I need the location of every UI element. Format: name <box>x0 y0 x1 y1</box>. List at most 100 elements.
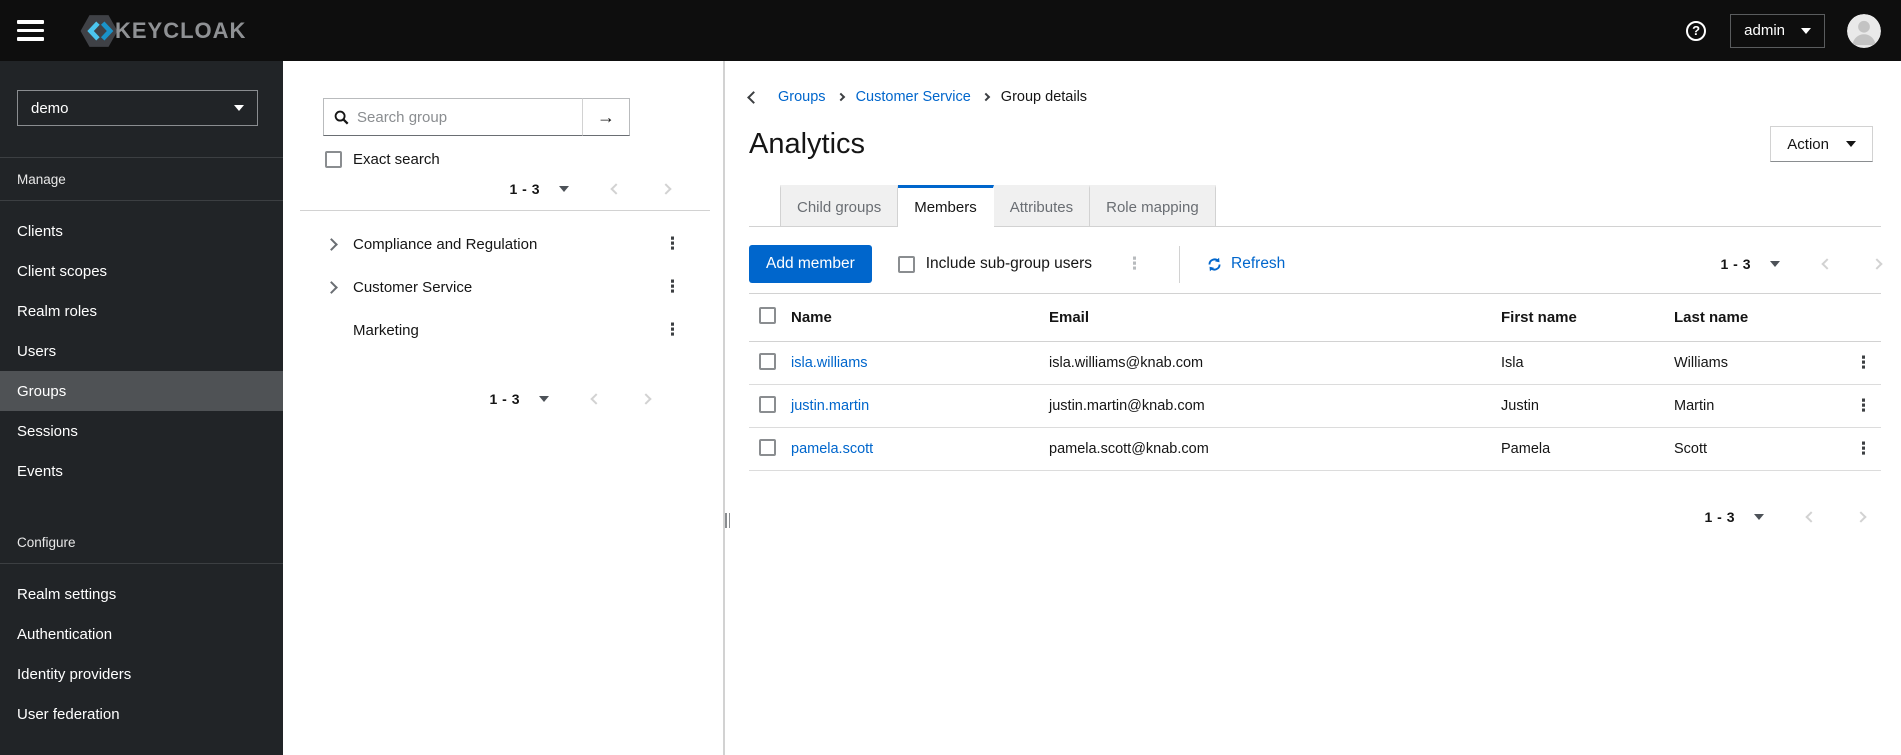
table-header-row: Name Email First name Last name <box>749 293 1881 342</box>
column-header-last-name: Last name <box>1666 293 1846 342</box>
refresh-icon <box>1207 257 1222 272</box>
sidebar-item-groups[interactable]: Groups <box>0 371 283 411</box>
pagination-options-toggle[interactable] <box>1754 514 1764 520</box>
expand-chevron-icon[interactable] <box>325 238 338 251</box>
pagination-range: 1 - 3 <box>1704 509 1735 525</box>
tab-label: Role mapping <box>1106 198 1199 216</box>
row-checkbox[interactable] <box>759 438 776 456</box>
kebab-menu-icon[interactable]: ⋮ <box>1126 255 1143 273</box>
group-search-submit-button[interactable]: → <box>582 98 630 136</box>
back-chevron-icon[interactable] <box>747 90 760 104</box>
refresh-button[interactable]: Refresh <box>1207 255 1285 273</box>
kebab-menu-icon[interactable]: ⋮ <box>1855 353 1872 373</box>
tabs-trail-spacer <box>1215 185 1881 227</box>
row-checkbox[interactable] <box>759 395 776 413</box>
pagination-next-button[interactable] <box>660 183 672 195</box>
pagination-prev-button[interactable] <box>610 183 622 195</box>
member-name-link[interactable]: justin.martin <box>791 398 869 414</box>
member-name-link[interactable]: pamela.scott <box>791 441 873 457</box>
sidebar-item-users[interactable]: Users <box>0 331 283 371</box>
member-last-name: Martin <box>1666 384 1846 428</box>
tab-label: Child groups <box>797 198 882 216</box>
sidebar-item-realm-roles[interactable]: Realm roles <box>0 291 283 331</box>
sidebar-item-user-federation[interactable]: User federation <box>0 694 283 734</box>
sidebar-item-realm-settings[interactable]: Realm settings <box>0 574 283 614</box>
group-name[interactable]: Customer Service <box>353 279 472 296</box>
pagination-next-button[interactable] <box>1855 511 1867 523</box>
chevron-down-icon <box>1846 141 1856 147</box>
breadcrumb-separator-icon <box>836 92 845 102</box>
table-row: justin.martin justin.martin@knab.com Jus… <box>749 384 1881 428</box>
sidebar-item-clients[interactable]: Clients <box>0 211 283 251</box>
avatar[interactable] <box>1847 13 1881 48</box>
pagination-prev-button[interactable] <box>1805 511 1817 523</box>
hamburger-menu-button[interactable] <box>17 20 44 41</box>
pagination-range: 1 - 3 <box>1720 256 1751 272</box>
pagination-options-toggle[interactable] <box>1770 261 1780 267</box>
group-name[interactable]: Marketing <box>353 322 419 339</box>
kebab-menu-icon[interactable]: ⋮ <box>664 279 681 296</box>
refresh-label: Refresh <box>1231 255 1286 272</box>
realm-selector[interactable]: demo <box>17 90 258 126</box>
member-name-link[interactable]: isla.williams <box>791 355 868 371</box>
member-last-name: Scott <box>1666 427 1846 471</box>
sidebar-item-label: Groups <box>17 382 67 400</box>
exact-search-label: Exact search <box>353 151 440 168</box>
exact-search-checkbox[interactable] <box>325 151 342 168</box>
group-name[interactable]: Compliance and Regulation <box>353 236 537 253</box>
row-checkbox[interactable] <box>759 352 776 370</box>
kebab-menu-icon[interactable]: ⋮ <box>1855 439 1872 459</box>
realm-selector-label: demo <box>31 99 69 117</box>
group-search-input[interactable] <box>357 108 574 126</box>
sidebar-item-authentication[interactable]: Authentication <box>0 614 283 654</box>
arrow-right-icon: → <box>597 106 615 127</box>
breadcrumb-customer-service-link[interactable]: Customer Service <box>856 89 971 105</box>
add-member-button[interactable]: Add member <box>749 245 872 283</box>
sidebar-item-client-scopes[interactable]: Client scopes <box>0 251 283 291</box>
group-search: → <box>323 98 723 136</box>
group-details-page: Groups Customer Service Group details An… <box>725 61 1901 755</box>
pagination-next-button[interactable] <box>1871 258 1883 270</box>
member-email: pamela.scott@knab.com <box>1041 427 1493 471</box>
kebab-menu-icon[interactable]: ⋮ <box>1855 396 1872 416</box>
group-tree-item[interactable]: Customer Service ⋮ <box>283 266 723 309</box>
pagination-prev-button[interactable] <box>590 393 602 405</box>
user-dropdown[interactable]: admin <box>1730 13 1825 48</box>
keycloak-logo: KEYCLOAK <box>80 14 246 48</box>
pagination-next-button[interactable] <box>640 393 652 405</box>
tab-child-groups[interactable]: Child groups <box>780 185 899 227</box>
members-pagination-top: 1 - 3 <box>1720 256 1883 272</box>
tab-attributes[interactable]: Attributes <box>993 185 1091 227</box>
include-subgroup-checkbox[interactable] <box>897 255 915 273</box>
pagination-options-toggle[interactable] <box>559 186 569 192</box>
tab-role-mapping[interactable]: Role mapping <box>1090 185 1216 227</box>
chevron-down-icon <box>234 105 244 111</box>
action-dropdown-button[interactable]: Action <box>1770 126 1873 162</box>
sidebar-item-label: Sessions <box>17 422 78 440</box>
include-subgroup-option: Include sub-group users <box>897 255 1092 273</box>
sidebar-item-events[interactable]: Events <box>0 451 283 491</box>
panel-resize-handle[interactable] <box>725 513 730 528</box>
expand-chevron-icon[interactable] <box>325 281 338 294</box>
select-all-checkbox[interactable] <box>759 307 776 324</box>
breadcrumb: Groups Customer Service Group details <box>747 89 1881 105</box>
tabs: Child groups Members Attributes Role map… <box>749 185 1881 227</box>
member-email: justin.martin@knab.com <box>1041 384 1493 428</box>
help-icon[interactable]: ? <box>1686 20 1707 41</box>
pagination-prev-button[interactable] <box>1821 258 1833 270</box>
kebab-menu-icon[interactable]: ⋮ <box>664 322 681 339</box>
column-header-email: Email <box>1041 293 1493 342</box>
group-search-box <box>323 98 582 136</box>
sidebar-item-label: Client scopes <box>17 262 108 280</box>
breadcrumb-groups-link[interactable]: Groups <box>778 89 826 105</box>
sidebar-item-label: Events <box>17 462 63 480</box>
group-tree-item[interactable]: Compliance and Regulation ⋮ <box>283 223 723 266</box>
sidebar-item-identity-providers[interactable]: Identity providers <box>0 654 283 694</box>
members-toolbar: Add member Include sub-group users ⋮ Ref… <box>749 235 1883 293</box>
kebab-menu-icon[interactable]: ⋮ <box>664 236 681 253</box>
pagination-options-toggle[interactable] <box>539 396 549 402</box>
group-tree-item[interactable]: Marketing ⋮ <box>283 309 723 352</box>
sidebar-item-sessions[interactable]: Sessions <box>0 411 283 451</box>
tab-members[interactable]: Members <box>898 185 994 227</box>
masthead-right: ? admin <box>1686 13 1881 48</box>
